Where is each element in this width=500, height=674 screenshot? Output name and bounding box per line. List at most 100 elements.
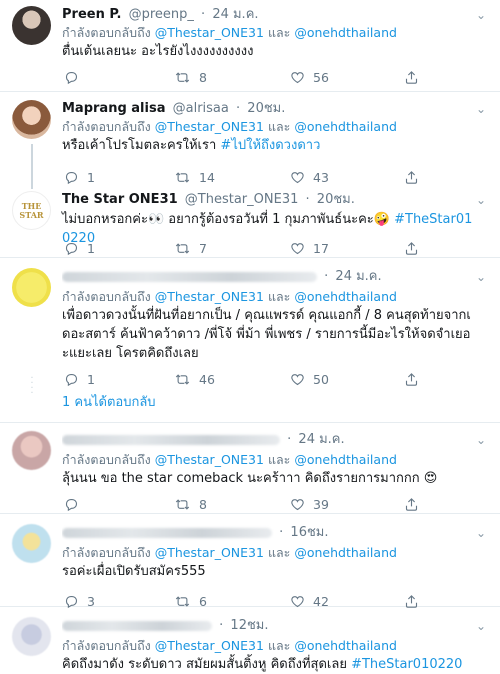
avatar[interactable] xyxy=(12,617,51,656)
mention-link[interactable]: @Thestar_ONE31 xyxy=(155,545,264,560)
tweet-actions: 8 39 xyxy=(62,495,490,513)
tweet-header: · 24 ม.ค. xyxy=(62,268,490,286)
caret-down-icon[interactable]: ⌄ xyxy=(476,524,486,542)
share-icon xyxy=(405,497,418,511)
share-button[interactable] xyxy=(404,168,419,186)
blurred-user-name[interactable] xyxy=(62,620,212,631)
caret-down-icon[interactable]: ⌄ xyxy=(476,268,486,286)
retweet-icon xyxy=(175,373,190,385)
tweet-time[interactable]: 20ชม. xyxy=(317,192,355,207)
avatar[interactable] xyxy=(12,100,51,139)
tweet-text: หรือเค้าโปรโมตละครให้เรา #ไปให้ถึงดวงดาว xyxy=(62,138,321,153)
like-button[interactable]: 39 xyxy=(290,495,329,513)
tweet-time[interactable]: 16ชม. xyxy=(290,525,328,540)
like-button[interactable]: 56 xyxy=(290,68,329,86)
tweet[interactable]: THE STAR The Star ONE31 @Thestar_ONE31 ·… xyxy=(0,185,500,258)
like-button[interactable]: 50 xyxy=(290,370,329,388)
avatar[interactable] xyxy=(12,6,51,45)
tweet-actions: 1 7 17 xyxy=(62,239,490,257)
tweet-text: ตื่นเต้นเลยนะ อะไรยังไงงงงงงงงงง xyxy=(62,44,254,59)
mention-link[interactable]: @Thestar_ONE31 xyxy=(155,638,264,653)
retweet-icon xyxy=(175,171,190,183)
tweet-header: · 16ชม. xyxy=(62,524,490,542)
tweet-time[interactable]: 24 ม.ค. xyxy=(212,7,258,22)
tweet-time[interactable]: 24 ม.ค. xyxy=(335,269,381,284)
reply-context: กำลังตอบกลับถึง @Thestar_ONE31 และ @oneh… xyxy=(62,638,397,653)
reply-context: กำลังตอบกลับถึง @Thestar_ONE31 และ @oneh… xyxy=(62,119,397,134)
retweet-button[interactable]: 14 xyxy=(174,168,215,186)
mention-link[interactable]: @Thestar_ONE31 xyxy=(155,119,264,134)
like-icon xyxy=(291,71,304,83)
mention-link[interactable]: @Thestar_ONE31 xyxy=(155,452,264,467)
mention-link[interactable]: @onehdthailand xyxy=(294,25,397,40)
mention-link[interactable]: @onehdthailand xyxy=(294,452,397,467)
tweet-text: คิดถึงมาดัง ระดับดาว สมัยผมสั้นติ้งหู คิ… xyxy=(62,657,463,672)
reply-context: กำลังตอบกลับถึง @Thestar_ONE31 และ @oneh… xyxy=(62,289,397,304)
tweet-time[interactable]: 12ชม. xyxy=(230,618,268,633)
tweet-time[interactable]: 24 ม.ค. xyxy=(298,432,344,447)
reply-button[interactable] xyxy=(64,68,87,86)
tweet[interactable]: · 24 ม.ค. ⌄ กำลังตอบกลับถึง @Thestar_ONE… xyxy=(0,423,500,514)
caret-down-icon[interactable]: ⌄ xyxy=(476,617,486,635)
reply-context: กำลังตอบกลับถึง @Thestar_ONE31 และ @oneh… xyxy=(62,545,397,560)
tweet[interactable]: Maprang alisa @alrisaa · 20ชม. ⌄ กำลังตอ… xyxy=(0,92,500,189)
show-replies-link[interactable]: 1 คนได้ตอบกลับ xyxy=(62,394,156,412)
mention-link[interactable]: @onehdthailand xyxy=(294,545,397,560)
retweet-button[interactable]: 46 xyxy=(174,370,215,388)
thread-line xyxy=(31,144,33,189)
tweet[interactable]: · 12ชม. ⌄ กำลังตอบกลับถึง @Thestar_ONE31… xyxy=(0,607,500,673)
caret-down-icon[interactable]: ⌄ xyxy=(476,191,486,209)
logo-text: THE STAR xyxy=(19,200,44,220)
share-button[interactable] xyxy=(404,239,419,257)
share-button[interactable] xyxy=(404,370,419,388)
mention-link[interactable]: @onehdthailand xyxy=(294,289,397,304)
hashtag-link[interactable]: #TheStar010220 xyxy=(351,657,462,672)
reply-context: กำลังตอบกลับถึง @Thestar_ONE31 และ @oneh… xyxy=(62,452,397,467)
share-icon xyxy=(405,170,418,184)
user-handle[interactable]: @alrisaa xyxy=(173,101,229,116)
mention-link[interactable]: @onehdthailand xyxy=(294,119,397,134)
reply-icon xyxy=(65,498,78,511)
mention-link[interactable]: @onehdthailand xyxy=(294,638,397,653)
mention-link[interactable]: @Thestar_ONE31 xyxy=(155,289,264,304)
tweet-time[interactable]: 20ชม. xyxy=(247,101,285,116)
retweet-button[interactable]: 8 xyxy=(174,495,207,513)
reply-button[interactable]: 1 xyxy=(64,370,95,388)
user-name[interactable]: Maprang alisa xyxy=(62,101,165,116)
avatar[interactable] xyxy=(12,524,51,563)
caret-down-icon[interactable]: ⌄ xyxy=(476,100,486,118)
user-name[interactable]: Preen P. xyxy=(62,7,121,22)
caret-down-icon[interactable]: ⌄ xyxy=(476,431,486,449)
retweet-button[interactable]: 8 xyxy=(174,68,207,86)
tweet[interactable]: · · · · · 24 ม.ค. ⌄ กำลังตอบกลับถึง @Thesta… xyxy=(0,258,500,423)
tweet[interactable]: Preen P. @preenp_ · 24 ม.ค. ⌄ กำลังตอบกล… xyxy=(0,0,500,92)
blurred-user-name[interactable] xyxy=(62,434,280,445)
tweet-header: The Star ONE31 @Thestar_ONE31 · 20ชม. xyxy=(62,192,355,207)
share-icon xyxy=(405,241,418,255)
reply-button[interactable] xyxy=(64,495,87,513)
retweet-button[interactable]: 7 xyxy=(174,239,207,257)
reply-icon xyxy=(65,71,78,84)
user-handle[interactable]: @Thestar_ONE31 xyxy=(185,192,299,207)
thread-dots: · · · · xyxy=(30,373,34,399)
hashtag-link[interactable]: #ไปให้ถึงดวงดาว xyxy=(220,138,320,153)
blurred-user-name[interactable] xyxy=(62,271,317,282)
caret-down-icon[interactable]: ⌄ xyxy=(476,6,486,24)
tweet-header: Preen P. @preenp_ · 24 ม.ค. xyxy=(62,7,259,22)
like-button[interactable]: 43 xyxy=(290,168,329,186)
share-button[interactable] xyxy=(404,68,419,86)
reply-button[interactable]: 1 xyxy=(64,239,95,257)
retweet-icon xyxy=(175,242,190,254)
retweet-icon xyxy=(175,498,190,510)
reply-button[interactable]: 1 xyxy=(64,168,95,186)
tweet[interactable]: · 16ชม. ⌄ กำลังตอบกลับถึง @Thestar_ONE31… xyxy=(0,514,500,609)
blurred-user-name[interactable] xyxy=(62,527,272,538)
user-handle[interactable]: @preenp_ xyxy=(129,7,194,22)
avatar[interactable] xyxy=(12,268,51,307)
avatar[interactable] xyxy=(12,431,51,470)
user-name[interactable]: The Star ONE31 xyxy=(62,192,178,207)
like-button[interactable]: 17 xyxy=(290,239,329,257)
share-button[interactable] xyxy=(404,495,419,513)
avatar[interactable]: THE STAR xyxy=(12,191,51,230)
mention-link[interactable]: @Thestar_ONE31 xyxy=(155,25,264,40)
